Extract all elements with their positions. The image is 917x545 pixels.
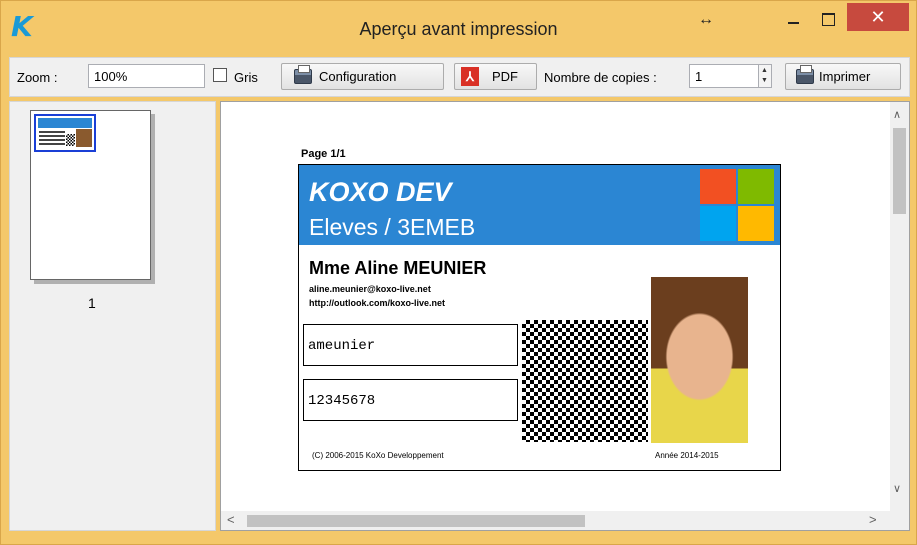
- resize-grip[interactable]: [890, 511, 909, 530]
- student-photo: [651, 277, 748, 443]
- grey-label: Gris: [234, 70, 258, 85]
- configuration-button[interactable]: Configuration: [281, 63, 444, 90]
- pdf-button[interactable]: ⅄ PDF: [454, 63, 537, 90]
- copies-stepper[interactable]: ▲ ▼: [758, 64, 772, 88]
- close-button[interactable]: ✕: [847, 3, 909, 31]
- print-label: Imprimer: [819, 69, 871, 84]
- group-name: Eleves / 3EMEB: [309, 214, 476, 240]
- horizontal-scroll-thumb[interactable]: [247, 515, 585, 527]
- zoom-input[interactable]: 100%: [88, 64, 205, 88]
- id-card: KOXO DEV Eleves / 3EMEB Mme Aline MEUNIE…: [298, 164, 781, 471]
- configuration-label: Configuration: [319, 69, 397, 84]
- vertical-scroll-thumb[interactable]: [893, 128, 906, 214]
- resize-icon[interactable]: ↔: [698, 11, 714, 29]
- email-text: aline.meunier@koxo-live.net: [309, 284, 431, 294]
- thumbnail-selection: [34, 114, 96, 152]
- login-box: ameunier: [303, 324, 518, 366]
- zoom-label: Zoom :: [17, 70, 58, 85]
- thumbnail-page-number: 1: [88, 295, 96, 311]
- page-thumbnail[interactable]: [30, 110, 151, 280]
- stepper-down-icon[interactable]: ▼: [761, 77, 768, 85]
- title-bar[interactable]: K Aperçu avant impression ↔ ✕: [1, 1, 916, 55]
- printer-icon: [796, 65, 814, 84]
- toolbar: Zoom : 100% Gris Configuration ⅄ PDF Nom…: [9, 57, 910, 97]
- person-name: Mme Aline MEUNIER: [309, 258, 487, 278]
- company-name: KOXO DEV: [309, 177, 452, 207]
- url-text: http://outlook.com/koxo-live.net: [309, 298, 446, 308]
- school-year-text: Année 2014-2015: [655, 451, 719, 460]
- scroll-up-icon[interactable]: ∧: [893, 108, 901, 121]
- page-label: Page 1/1: [301, 148, 346, 160]
- pdf-label: PDF: [492, 69, 518, 84]
- card-header: KOXO DEV Eleves / 3EMEB: [299, 165, 780, 245]
- scroll-left-icon[interactable]: <: [227, 512, 235, 527]
- pdf-icon: ⅄: [461, 67, 479, 86]
- windows-logo-icon: [700, 169, 774, 241]
- print-preview-window: K Aperçu avant impression ↔ ✕ Zoom : 100…: [0, 0, 917, 545]
- scroll-down-icon[interactable]: ∨: [893, 482, 901, 495]
- printer-setup-icon: [294, 65, 312, 84]
- vertical-scrollbar[interactable]: ∧ ∨: [890, 102, 909, 513]
- preview-pane: Page 1/1 KOXO DEV Eleves / 3EMEB Mme Ali…: [220, 101, 910, 531]
- horizontal-scrollbar[interactable]: < >: [221, 511, 892, 530]
- stepper-up-icon[interactable]: ▲: [761, 67, 768, 75]
- copies-input[interactable]: 1: [689, 64, 759, 88]
- print-button[interactable]: Imprimer: [785, 63, 901, 90]
- grey-checkbox[interactable]: [213, 68, 227, 82]
- copies-label: Nombre de copies :: [544, 70, 657, 85]
- copyright-text: (C) 2006-2015 KoXo Developpement: [312, 451, 444, 460]
- scroll-right-icon[interactable]: >: [869, 512, 877, 527]
- id-number-box: 12345678: [303, 379, 518, 421]
- qr-code: [521, 319, 649, 443]
- thumbnail-pane: 1: [9, 101, 216, 531]
- maximize-button[interactable]: [813, 7, 843, 31]
- minimize-button[interactable]: [779, 7, 809, 31]
